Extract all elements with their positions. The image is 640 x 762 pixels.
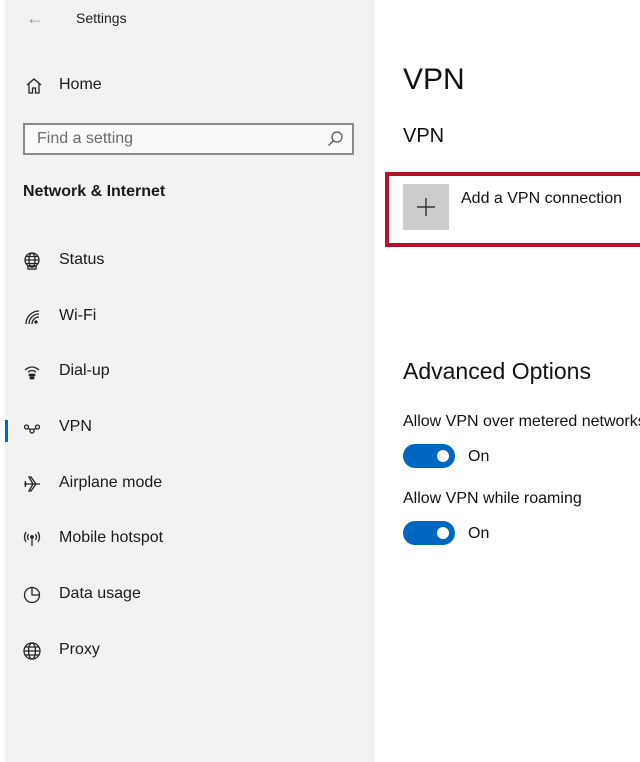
plus-icon xyxy=(403,184,449,230)
home-icon xyxy=(23,75,45,97)
sidebar-item-dialup[interactable]: Dial-up xyxy=(5,356,375,412)
search-field xyxy=(23,123,354,155)
sidebar: ← Settings Home Network & Internet Statu… xyxy=(5,0,375,762)
toggle-knob xyxy=(437,450,449,462)
main-content: VPN VPN Add a VPN connection Advanced Op… xyxy=(375,0,640,762)
sidebar-item-label: Home xyxy=(59,76,102,93)
search-input[interactable] xyxy=(25,125,339,153)
sidebar-item-vpn[interactable]: VPN xyxy=(5,412,375,468)
metered-option-label: Allow VPN over metered networks xyxy=(403,413,640,430)
sidebar-item-home[interactable]: Home xyxy=(5,70,375,100)
advanced-options-heading: Advanced Options xyxy=(403,358,591,384)
dialup-icon xyxy=(21,361,43,383)
toggle-knob xyxy=(437,527,449,539)
add-vpn-button[interactable]: Add a VPN connection xyxy=(403,184,640,234)
hotspot-icon xyxy=(21,528,43,550)
metered-toggle[interactable] xyxy=(403,444,455,468)
page-title: VPN xyxy=(403,63,465,96)
section-heading: Network & Internet xyxy=(23,183,166,200)
airplane-icon xyxy=(21,473,43,495)
metered-toggle-state: On xyxy=(468,448,490,465)
data-usage-icon xyxy=(21,584,43,606)
arrow-left-icon: ← xyxy=(26,8,44,28)
sidebar-item-label: Proxy xyxy=(59,640,100,658)
sidebar-item-airplane-mode[interactable]: Airplane mode xyxy=(5,468,375,524)
globe-network-icon xyxy=(21,250,43,272)
title-bar: ← Settings xyxy=(5,0,375,40)
sidebar-item-mobile-hotspot[interactable]: Mobile hotspot xyxy=(5,523,375,579)
roaming-toggle[interactable] xyxy=(403,521,455,545)
back-button[interactable]: ← xyxy=(23,6,47,30)
wifi-icon xyxy=(21,306,43,328)
sidebar-item-data-usage[interactable]: Data usage xyxy=(5,579,375,635)
section-subtitle: VPN xyxy=(403,125,445,147)
sidebar-item-label: Status xyxy=(59,251,105,268)
sidebar-item-label: VPN xyxy=(59,418,92,436)
app-title: Settings xyxy=(76,10,127,26)
sidebar-item-status[interactable]: Status xyxy=(5,245,375,301)
sidebar-item-label: Mobile hotspot xyxy=(59,529,164,547)
globe-icon xyxy=(21,640,43,662)
roaming-option-label: Allow VPN while roaming xyxy=(403,490,582,507)
nav-list: Status Wi-Fi Dial-up VPN Airplane mode M… xyxy=(5,245,375,691)
sidebar-item-label: Data usage xyxy=(59,585,141,603)
sidebar-item-proxy[interactable]: Proxy xyxy=(5,635,375,691)
roaming-toggle-state: On xyxy=(468,525,490,542)
sidebar-item-label: Dial-up xyxy=(59,362,110,380)
sidebar-item-label: Wi-Fi xyxy=(59,306,97,324)
search-icon[interactable] xyxy=(326,130,344,148)
sidebar-item-wifi[interactable]: Wi-Fi xyxy=(5,301,375,357)
vpn-icon xyxy=(21,417,43,439)
add-vpn-label: Add a VPN connection xyxy=(461,190,622,207)
sidebar-item-label: Airplane mode xyxy=(59,473,163,491)
